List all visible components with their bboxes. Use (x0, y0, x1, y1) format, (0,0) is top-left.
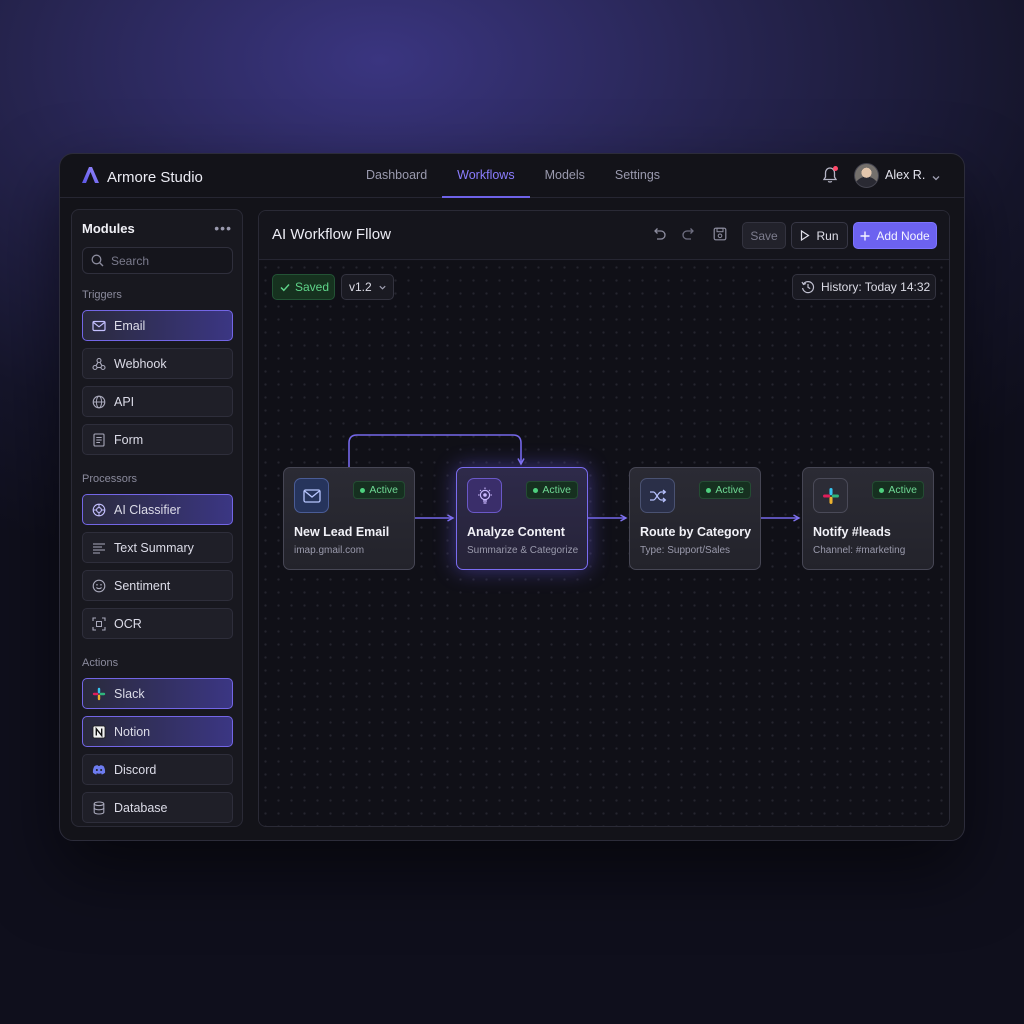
module-slack[interactable]: Slack (82, 678, 233, 709)
avatar[interactable] (854, 163, 879, 188)
save-button[interactable]: Save (742, 222, 786, 249)
modules-sidebar: Modules ••• Search Triggers Email Webhoo… (71, 209, 243, 827)
module-notion[interactable]: Notion (82, 716, 233, 747)
text-lines-icon (92, 541, 106, 555)
module-discord[interactable]: Discord (82, 754, 233, 785)
node-title: Analyze Content (467, 525, 565, 539)
node-route-by-category[interactable]: Active Route by Category Type: Support/S… (629, 467, 761, 570)
nav-tab-settings[interactable]: Settings (600, 154, 675, 198)
node-subtitle: Channel: #marketing (813, 545, 906, 556)
node-title: New Lead Email (294, 525, 390, 539)
module-form[interactable]: Form (82, 424, 233, 455)
slack-icon (813, 478, 848, 513)
nav-tab-models[interactable]: Models (530, 154, 600, 198)
node-title: Route by Category (640, 525, 752, 539)
module-label: Form (114, 432, 144, 447)
module-label: Notion (114, 724, 151, 739)
workflow-canvas[interactable]: Saved v1.2 History: Today 14:32 Active N… (259, 261, 949, 826)
nav-tab-workflows[interactable]: Workflows (442, 154, 531, 198)
status-badge: Active (526, 481, 578, 499)
module-label: Database (114, 800, 168, 815)
module-text-summary[interactable]: Text Summary (82, 532, 233, 563)
undo-icon[interactable] (651, 227, 667, 246)
discord-icon (92, 763, 106, 777)
module-email[interactable]: Email (82, 310, 233, 341)
module-label: API (114, 394, 135, 409)
slack-icon (92, 687, 106, 701)
module-ocr[interactable]: OCR (82, 608, 233, 639)
ai-bulb-icon (467, 478, 502, 513)
node-title: Notify #leads (813, 525, 891, 539)
chevron-down-icon[interactable] (931, 170, 941, 188)
notion-icon (92, 725, 106, 739)
add-node-label: Add Node (876, 228, 930, 243)
status-badge: Active (699, 481, 751, 499)
module-database[interactable]: Database (82, 792, 233, 823)
module-label: Webhook (114, 356, 167, 371)
module-label: Email (114, 318, 146, 333)
webhook-icon (92, 357, 106, 371)
node-subtitle: Type: Support/Sales (640, 545, 731, 556)
play-icon (801, 230, 811, 241)
smiley-icon (92, 579, 106, 593)
node-analyze-content[interactable]: Active Analyze Content Summarize & Categ… (456, 467, 588, 570)
module-label: AI Classifier (114, 502, 181, 517)
section-label-triggers: Triggers (82, 289, 122, 301)
module-label: Sentiment (114, 578, 171, 593)
section-label-processors: Processors (82, 473, 138, 485)
logo-icon (80, 165, 100, 190)
scan-icon (92, 616, 106, 631)
app-window: Armore Studio Dashboard Workflows Models… (59, 153, 965, 841)
nav-tab-dashboard[interactable]: Dashboard (351, 154, 442, 198)
database-icon (92, 800, 106, 815)
node-new-lead-email[interactable]: Active New Lead Email imap.gmail.com (283, 467, 415, 570)
module-label: Text Summary (114, 540, 194, 555)
globe-icon (92, 395, 106, 409)
ai-chip-icon (92, 503, 106, 517)
workflow-title: AI Workflow Fllow (272, 226, 391, 243)
node-subtitle: Summarize & Categorize (467, 545, 579, 556)
run-button[interactable]: Run (791, 222, 848, 249)
module-label: OCR (114, 616, 142, 631)
app-name: Armore Studio (107, 169, 203, 186)
shuffle-icon (640, 478, 675, 513)
sidebar-title: Modules (82, 221, 135, 236)
module-label: Slack (114, 686, 145, 701)
module-sentiment[interactable]: Sentiment (82, 570, 233, 601)
top-bar: Armore Studio Dashboard Workflows Models… (60, 154, 964, 198)
form-icon (92, 432, 106, 447)
module-label: Discord (114, 762, 157, 777)
add-node-button[interactable]: Add Node (853, 222, 937, 249)
workflow-header: AI Workflow Fllow Save Run Add Node (259, 211, 949, 260)
mail-icon (92, 319, 106, 333)
main-nav: Dashboard Workflows Models Settings (351, 154, 675, 198)
workflow-panel: AI Workflow Fllow Save Run Add Node Save… (258, 210, 950, 827)
plus-icon (860, 231, 870, 240)
section-label-actions: Actions (82, 657, 119, 669)
search-input[interactable]: Search (82, 247, 233, 274)
search-icon (91, 254, 104, 267)
module-api[interactable]: API (82, 386, 233, 417)
notifications-button[interactable] (822, 166, 838, 189)
run-label: Run (816, 228, 839, 243)
node-subtitle: imap.gmail.com (294, 545, 365, 556)
brand[interactable]: Armore Studio (80, 165, 203, 190)
mail-icon (294, 478, 329, 513)
status-badge: Active (353, 481, 405, 499)
redo-icon[interactable] (681, 227, 697, 246)
search-placeholder: Search (111, 253, 150, 268)
user-name[interactable]: Alex R. (885, 168, 925, 182)
module-webhook[interactable]: Webhook (82, 348, 233, 379)
loop-connector-arrow (348, 434, 521, 467)
status-badge: Active (872, 481, 924, 499)
more-options-icon[interactable]: ••• (214, 220, 232, 236)
floppy-save-icon[interactable] (713, 227, 727, 246)
notification-dot (833, 166, 838, 171)
node-notify-leads[interactable]: Active Notify #leads Channel: #marketing (802, 467, 934, 570)
module-ai-classifier[interactable]: AI Classifier (82, 494, 233, 525)
